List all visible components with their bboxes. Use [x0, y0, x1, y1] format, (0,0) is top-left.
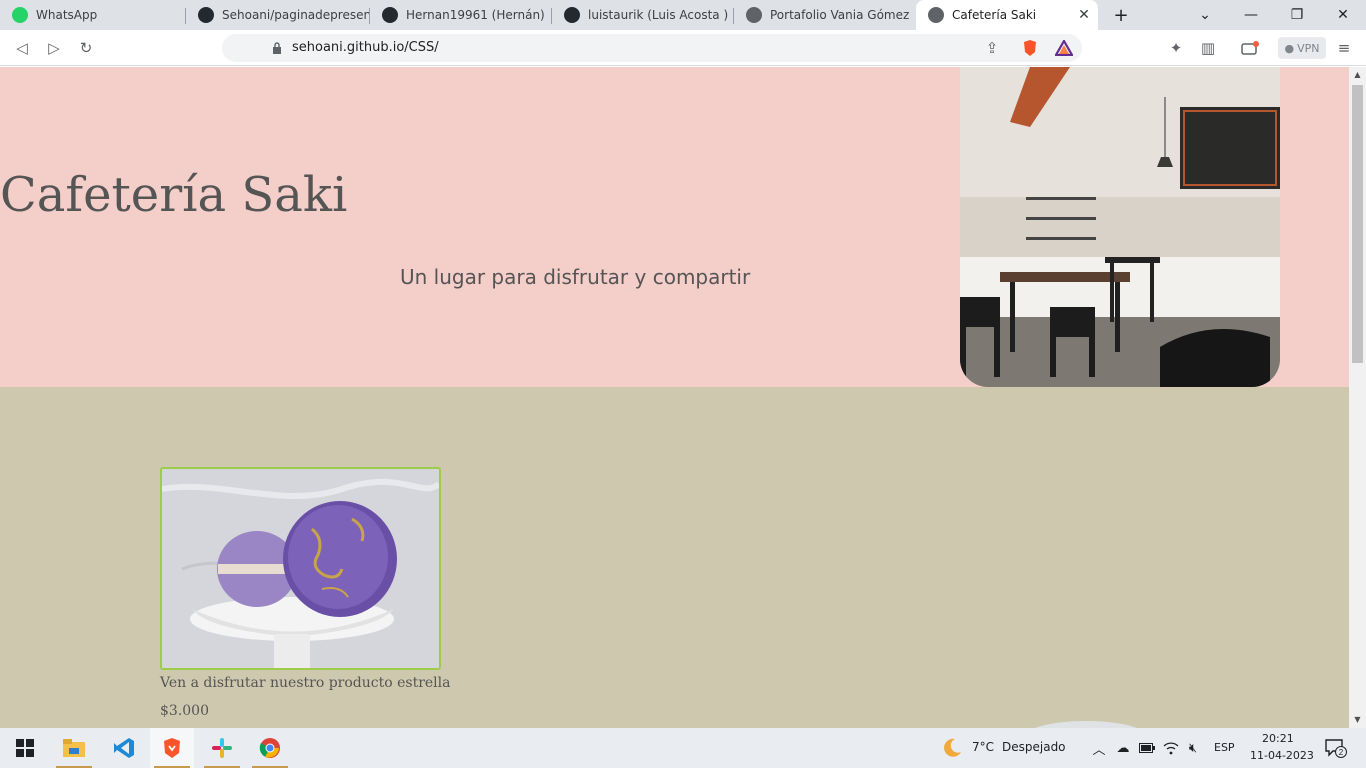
scroll-down-arrow-icon[interactable]: ▼: [1349, 712, 1366, 726]
clock-date[interactable]: 11-04-2023: [1250, 749, 1314, 762]
brave-rewards-icon[interactable]: [1052, 36, 1076, 60]
address-bar[interactable]: sehoani.github.io/CSS/: [222, 34, 1082, 62]
cafe-interior-photo: [960, 67, 1280, 387]
volume-muted-icon[interactable]: 🔇︎: [1184, 739, 1202, 757]
minimize-button[interactable]: —: [1228, 0, 1274, 30]
restore-button[interactable]: ❐: [1274, 0, 1320, 30]
windows-taskbar: 7°C Despejado ︿ ☁ 🔇︎ ESP 20:21 11-04-202…: [0, 728, 1366, 768]
extensions-icon[interactable]: ✦: [1164, 36, 1188, 60]
back-icon[interactable]: ◁: [10, 36, 34, 60]
onedrive-cloud-icon[interactable]: ☁: [1114, 739, 1132, 757]
github-icon: [382, 7, 398, 23]
clock-time[interactable]: 20:21: [1262, 732, 1294, 745]
tab-portafolio[interactable]: Portafolio Vania Gómez: [734, 0, 916, 30]
weather-temperature[interactable]: 7°C: [972, 740, 994, 754]
tab-label: WhatsApp: [36, 8, 98, 22]
floating-widget[interactable]: [1026, 721, 1146, 728]
reload-icon[interactable]: ↻: [74, 36, 98, 60]
share-icon[interactable]: ⇪: [980, 36, 1004, 60]
tab-label: Hernan19961 (Hernán): [406, 8, 545, 22]
page-title: Cafetería Saki: [0, 167, 348, 223]
scroll-up-arrow-icon[interactable]: ▲: [1349, 67, 1366, 81]
lock-icon: [273, 42, 281, 54]
weather-moon-icon[interactable]: [940, 738, 964, 757]
chevron-up-icon[interactable]: ︿: [1090, 739, 1108, 758]
tab-github-luistaurik[interactable]: luistaurik (Luis Acosta ): [552, 0, 734, 30]
forward-icon[interactable]: ▷: [42, 36, 66, 60]
wallet-icon[interactable]: [1238, 36, 1262, 60]
browser-toolbar: ◁ ▷ ↻ sehoani.github.io/CSS/ ⇪ ✦ ▥ ● VPN…: [0, 30, 1366, 66]
sidebar-icon[interactable]: ▥: [1196, 36, 1220, 60]
github-icon: [198, 7, 214, 23]
whatsapp-icon: [12, 7, 28, 23]
vscode-icon[interactable]: [102, 728, 146, 768]
wifi-icon[interactable]: [1162, 739, 1180, 757]
battery-icon[interactable]: [1138, 739, 1156, 757]
page-scrollbar[interactable]: ▲ ▼: [1349, 67, 1366, 728]
vpn-label: VPN: [1297, 41, 1320, 55]
globe-icon: [746, 7, 762, 23]
file-explorer-icon[interactable]: [52, 728, 96, 768]
tab-label: Cafetería Saki: [952, 8, 1037, 22]
tab-github-sehoani[interactable]: Sehoani/paginadepresentac: [186, 0, 370, 30]
tab-whatsapp[interactable]: WhatsApp: [0, 0, 186, 30]
tab-label: Sehoani/paginadepresentac: [222, 8, 370, 22]
tab-cafeteria-saki[interactable]: Cafetería Saki ✕: [916, 0, 1098, 30]
tab-strip: WhatsApp Sehoani/paginadepresentac Herna…: [0, 0, 1366, 30]
hero-section: Cafetería Saki Un lugar para disfrutar y…: [0, 67, 1349, 387]
close-tab-icon[interactable]: ✕: [1076, 7, 1092, 23]
tab-label: Portafolio Vania Gómez: [770, 8, 910, 22]
weather-description[interactable]: Despejado: [1002, 740, 1066, 754]
menu-icon[interactable]: ≡: [1332, 36, 1356, 60]
page-viewport: Cafetería Saki Un lugar para disfrutar y…: [0, 67, 1349, 728]
macaron-photo[interactable]: [160, 467, 441, 670]
page-tagline: Un lugar para disfrutar y compartir: [400, 265, 751, 289]
url-text: sehoani.github.io/CSS/: [292, 40, 439, 55]
close-window-button[interactable]: ✕: [1320, 0, 1366, 30]
globe-icon: [928, 7, 944, 23]
chrome-icon[interactable]: [248, 728, 292, 768]
scrollbar-thumb[interactable]: [1352, 85, 1363, 363]
language-indicator[interactable]: ESP: [1214, 741, 1235, 754]
featured-product-card[interactable]: Ven a disfrutar nuestro producto estrell…: [160, 467, 451, 719]
slack-icon[interactable]: [200, 728, 244, 768]
github-icon: [564, 7, 580, 23]
vpn-button[interactable]: ● VPN: [1278, 37, 1326, 59]
brave-shield-icon[interactable]: [1018, 36, 1042, 60]
product-description: Ven a disfrutar nuestro producto estrell…: [160, 675, 451, 691]
windows-start-icon[interactable]: [3, 728, 47, 768]
tab-github-hernan[interactable]: Hernan19961 (Hernán): [370, 0, 552, 30]
new-tab-button[interactable]: +: [1108, 4, 1134, 26]
tab-label: luistaurik (Luis Acosta ): [588, 8, 729, 22]
tab-search-icon[interactable]: ⌄: [1182, 0, 1228, 30]
notification-count: 2: [1339, 748, 1344, 757]
brave-browser-icon[interactable]: [150, 728, 194, 768]
notification-center-icon[interactable]: 2: [1324, 739, 1348, 758]
product-price: $3.000: [160, 703, 209, 719]
